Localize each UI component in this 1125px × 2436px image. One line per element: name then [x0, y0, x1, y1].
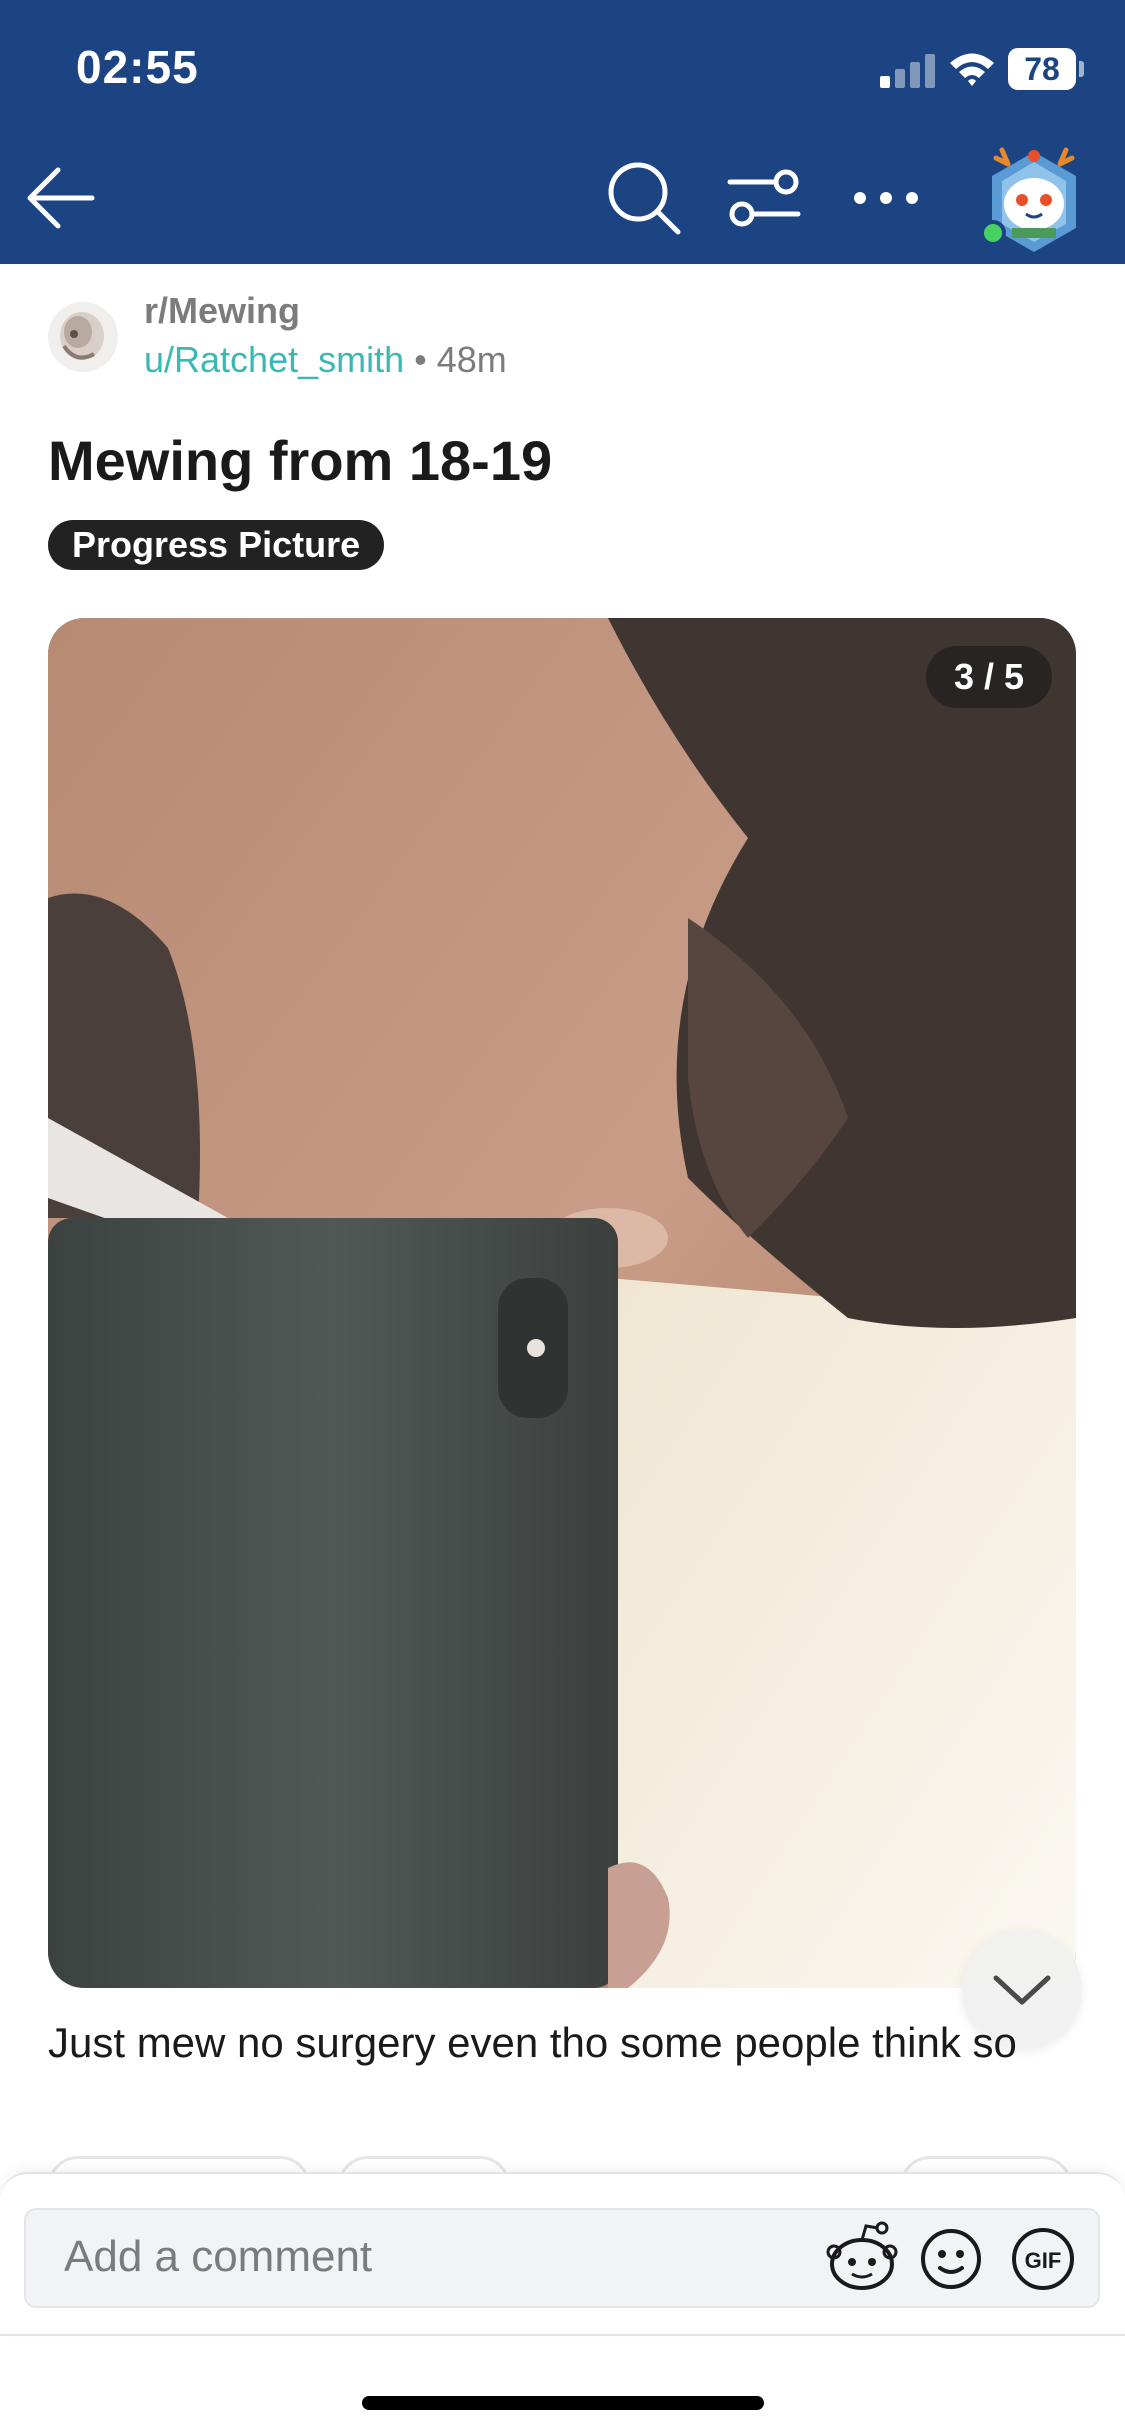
nav-bar	[0, 140, 1125, 264]
online-status-dot	[980, 220, 1006, 246]
gallery-photo	[48, 618, 1076, 1988]
post-author-line: u/Ratchet_smith • 48m	[144, 339, 507, 381]
search-icon[interactable]	[604, 158, 684, 238]
emoji-icon[interactable]	[918, 2226, 984, 2292]
comment-placeholder[interactable]: Add a comment	[64, 2232, 372, 2282]
meta-separator: •	[414, 339, 427, 380]
wifi-icon	[950, 53, 994, 86]
post-age: 48m	[436, 339, 507, 380]
post-title: Mewing from 18-19	[48, 429, 553, 492]
status-time: 02:55	[76, 41, 199, 93]
more-horizontal-icon[interactable]	[850, 170, 922, 226]
post-body-text: Just mew no surgery even tho some people…	[48, 2019, 1017, 2066]
battery-indicator: 78	[1008, 48, 1084, 90]
bottom-divider	[0, 2334, 1125, 2336]
author-link[interactable]: u/Ratchet_smith	[144, 339, 404, 380]
cellular-signal-icon	[880, 54, 935, 88]
gallery-counter: 3 / 5	[926, 646, 1052, 708]
app-header: 02:55 78	[0, 0, 1125, 264]
battery-level: 78	[1024, 51, 1060, 87]
subreddit-avatar[interactable]	[48, 302, 118, 372]
post-flair[interactable]: Progress Picture	[48, 520, 385, 570]
post-gallery-image[interactable]	[48, 618, 1076, 1988]
status-bar: 02:55 78	[0, 0, 1125, 140]
subreddit-name[interactable]: r/Mewing	[144, 290, 300, 332]
sort-filter-icon[interactable]	[726, 164, 802, 232]
gif-label: GIF	[1025, 2248, 1062, 2273]
arrow-left-icon[interactable]	[22, 160, 98, 236]
home-indicator[interactable]	[362, 2396, 764, 2410]
gif-icon[interactable]: GIF	[1008, 2226, 1078, 2292]
snoo-avatar-icon[interactable]	[822, 2218, 902, 2298]
